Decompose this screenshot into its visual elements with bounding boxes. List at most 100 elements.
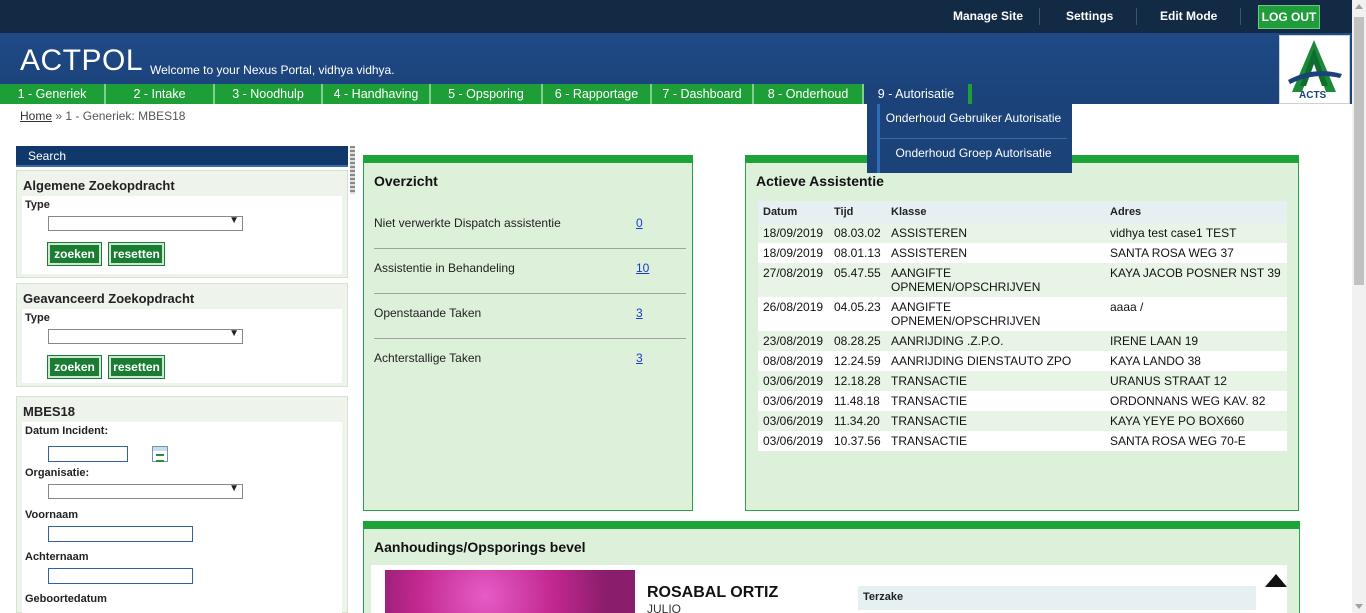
scrollbar-thumb[interactable] bbox=[1354, 17, 1364, 285]
overview-row-count-link[interactable]: 3 bbox=[636, 306, 643, 320]
sidebar-collapse-handle[interactable] bbox=[350, 146, 355, 194]
cell-tijd: 10.37.56 bbox=[829, 431, 886, 451]
cell-klasse: TRANSACTIE bbox=[886, 431, 1105, 451]
column-header-tijd[interactable]: Tijd bbox=[829, 201, 886, 223]
scroll-down-icon[interactable] bbox=[1355, 604, 1363, 609]
overview-row-count-link[interactable]: 3 bbox=[636, 351, 643, 365]
overview-row-count-link[interactable]: 10 bbox=[636, 261, 649, 275]
manage-site-link[interactable]: Manage Site bbox=[953, 9, 1023, 23]
cell-adres: KAYA LANDO 38 bbox=[1105, 351, 1287, 371]
dropdown-item-groep-autorisatie[interactable]: Onderhoud Groep Autorisatie bbox=[877, 139, 1067, 173]
logo-text: ACTS bbox=[1299, 90, 1327, 101]
person-first-name: JULIO bbox=[647, 602, 682, 613]
cell-klasse: TRANSACTIE bbox=[886, 411, 1105, 431]
active-assist-panel: Actieve Assistentie Datum Tijd Klasse Ad… bbox=[745, 155, 1299, 511]
table-row[interactable]: 18/09/2019 08.03.02 ASSISTEREN vidhya test … bbox=[758, 223, 1287, 243]
table-row[interactable]: 23/08/2019 08.28.25 AANRIJDING .Z.P.O. IREN… bbox=[758, 331, 1287, 351]
table-row[interactable]: 08/08/2019 12.24.59 AANRIJDING DIENSTAUTO … bbox=[758, 351, 1287, 371]
table-row[interactable]: 03/06/2019 11.48.18 TRANSACTIE ORDONNANS WE… bbox=[758, 391, 1287, 411]
top-divider bbox=[1136, 8, 1137, 25]
mbes18-box: MBES18 Datum Incident: Organisatie: ▼ Vo… bbox=[16, 396, 348, 613]
overview-row: Openstaande Taken 3 bbox=[374, 294, 686, 339]
cell-datum: 18/09/2019 bbox=[758, 243, 829, 263]
nav-onderhoud[interactable]: 8 - Onderhoud bbox=[754, 84, 864, 104]
mbes18-title: MBES18 bbox=[23, 404, 76, 419]
person-photo[interactable] bbox=[385, 570, 635, 613]
column-header-klasse[interactable]: Klasse bbox=[886, 201, 1105, 223]
table-row[interactable]: 26/08/2019 04.05.23 AANGIFTE OPNEMEN/OPSCH… bbox=[758, 297, 1287, 331]
nav-noodhulp[interactable]: 3 - Noodhulp bbox=[215, 84, 323, 104]
datum-incident-input[interactable] bbox=[48, 446, 128, 462]
scroll-to-top-icon[interactable] bbox=[1265, 574, 1287, 587]
organisatie-select[interactable]: ▼ bbox=[48, 483, 243, 499]
scroll-up-icon[interactable] bbox=[1355, 4, 1363, 9]
overview-row: Achterstallige Taken 3 bbox=[374, 339, 686, 384]
cell-tijd: 05.47.55 bbox=[829, 263, 886, 297]
advanced-search-button[interactable]: zoeken bbox=[47, 355, 102, 379]
breadcrumb-current: 1 - Generiek: MBES18 bbox=[65, 109, 186, 123]
page-scrollbar[interactable] bbox=[1352, 0, 1366, 613]
overview-row-label: Assistentie in Behandeling bbox=[374, 261, 515, 275]
cell-tijd: 08.03.02 bbox=[829, 223, 886, 243]
achternaam-input[interactable] bbox=[48, 568, 193, 584]
table-header-row: Datum Tijd Klasse Adres bbox=[758, 201, 1287, 223]
settings-link[interactable]: Settings bbox=[1066, 9, 1113, 23]
cell-datum: 27/08/2019 bbox=[758, 263, 829, 297]
overview-row: Assistentie in Behandeling 10 bbox=[374, 249, 686, 294]
advanced-type-select[interactable]: ▼ bbox=[48, 328, 243, 344]
cell-klasse: AANRIJDING .Z.P.O. bbox=[886, 331, 1105, 351]
breadcrumb-home-link[interactable]: Home bbox=[20, 109, 52, 123]
cell-tijd: 12.18.28 bbox=[829, 371, 886, 391]
edit-mode-link[interactable]: Edit Mode bbox=[1160, 9, 1217, 23]
cell-datum: 03/06/2019 bbox=[758, 391, 829, 411]
nav-handhaving[interactable]: 4 - Handhaving bbox=[323, 84, 431, 104]
overview-row-count-link[interactable]: 0 bbox=[636, 216, 643, 230]
active-assist-title: Actieve Assistentie bbox=[756, 173, 884, 189]
cell-adres: SANTA ROSA WEG 70-E bbox=[1105, 431, 1287, 451]
table-row[interactable]: 18/09/2019 08.01.13 ASSISTEREN SANTA ROSA W… bbox=[758, 243, 1287, 263]
general-type-select[interactable]: ▼ bbox=[48, 215, 243, 231]
nav-rapportage[interactable]: 6 - Rapportage bbox=[543, 84, 652, 104]
cell-adres: ORDONNANS WEG KAV. 82 bbox=[1105, 391, 1287, 411]
type-label: Type bbox=[25, 199, 50, 211]
calendar-icon[interactable] bbox=[152, 446, 168, 462]
breadcrumb: Home » 1 - Generiek: MBES18 bbox=[20, 109, 185, 123]
general-search-form: Type ▼ zoeken resetten bbox=[22, 196, 342, 274]
advanced-search-box: Geavanceerd Zoekopdracht Type ▼ zoeken r… bbox=[16, 283, 348, 387]
nav-autorisatie[interactable]: 9 - Autorisatie bbox=[864, 84, 972, 104]
table-row[interactable]: 03/06/2019 12.18.28 TRANSACTIE URANUS STRAA… bbox=[758, 371, 1287, 391]
acts-logo-icon: ACTS bbox=[1288, 40, 1342, 101]
cell-datum: 03/06/2019 bbox=[758, 431, 829, 451]
dropdown-item-gebruiker-autorisatie[interactable]: Onderhoud Gebruiker Autorisatie bbox=[877, 104, 1067, 138]
voornaam-input[interactable] bbox=[48, 526, 193, 542]
overview-panel: Overzicht Niet verwerkte Dispatch assist… bbox=[363, 155, 693, 511]
cell-klasse: AANRIJDING DIENSTAUTO ZPO bbox=[886, 351, 1105, 371]
app-title: ACTPOL bbox=[20, 44, 144, 77]
nav-generiek[interactable]: 1 - Generiek bbox=[0, 84, 106, 104]
table-row[interactable]: 03/06/2019 11.34.20 TRANSACTIE KAYA YEYE PO… bbox=[758, 411, 1287, 431]
welcome-message: Welcome to your Nexus Portal, vidhya vid… bbox=[150, 63, 395, 77]
general-search-button[interactable]: zoeken bbox=[47, 242, 102, 266]
nav-dashboard[interactable]: 7 - Dashboard bbox=[652, 84, 754, 104]
nav-opsporing[interactable]: 5 - Opsporing bbox=[431, 84, 543, 104]
column-header-adres[interactable]: Adres bbox=[1105, 201, 1287, 223]
acts-logo[interactable]: ACTS bbox=[1279, 35, 1350, 104]
table-row[interactable]: 27/08/2019 05.47.55 AANGIFTE OPNEMEN/OPSCH… bbox=[758, 263, 1287, 297]
column-header-datum[interactable]: Datum bbox=[758, 201, 829, 223]
advanced-reset-button[interactable]: resetten bbox=[108, 355, 165, 379]
cell-klasse: AANGIFTE OPNEMEN/OPSCHRIJVEN bbox=[886, 297, 1105, 331]
general-reset-button[interactable]: resetten bbox=[108, 242, 165, 266]
logout-button[interactable]: LOG OUT bbox=[1258, 5, 1320, 29]
overview-row-label: Openstaande Taken bbox=[374, 306, 482, 320]
cell-adres: aaaa / bbox=[1105, 297, 1287, 331]
cell-adres: vidhya test case1 TEST bbox=[1105, 223, 1287, 243]
terzake-header: Terzake bbox=[858, 586, 1256, 610]
table-row[interactable]: 03/06/2019 10.37.56 TRANSACTIE SANTA ROSA W… bbox=[758, 431, 1287, 451]
geboortedatum-label: Geboortedatum bbox=[25, 593, 107, 605]
chevron-down-icon: ▼ bbox=[229, 483, 239, 494]
cell-klasse: TRANSACTIE bbox=[886, 391, 1105, 411]
nav-intake[interactable]: 2 - Intake bbox=[106, 84, 215, 104]
cell-adres: IRENE LAAN 19 bbox=[1105, 331, 1287, 351]
warrant-title: Aanhoudings/Opsporings bevel bbox=[374, 539, 586, 555]
autorisatie-dropdown: Onderhoud Gebruiker Autorisatie Onderhou… bbox=[867, 104, 1072, 173]
